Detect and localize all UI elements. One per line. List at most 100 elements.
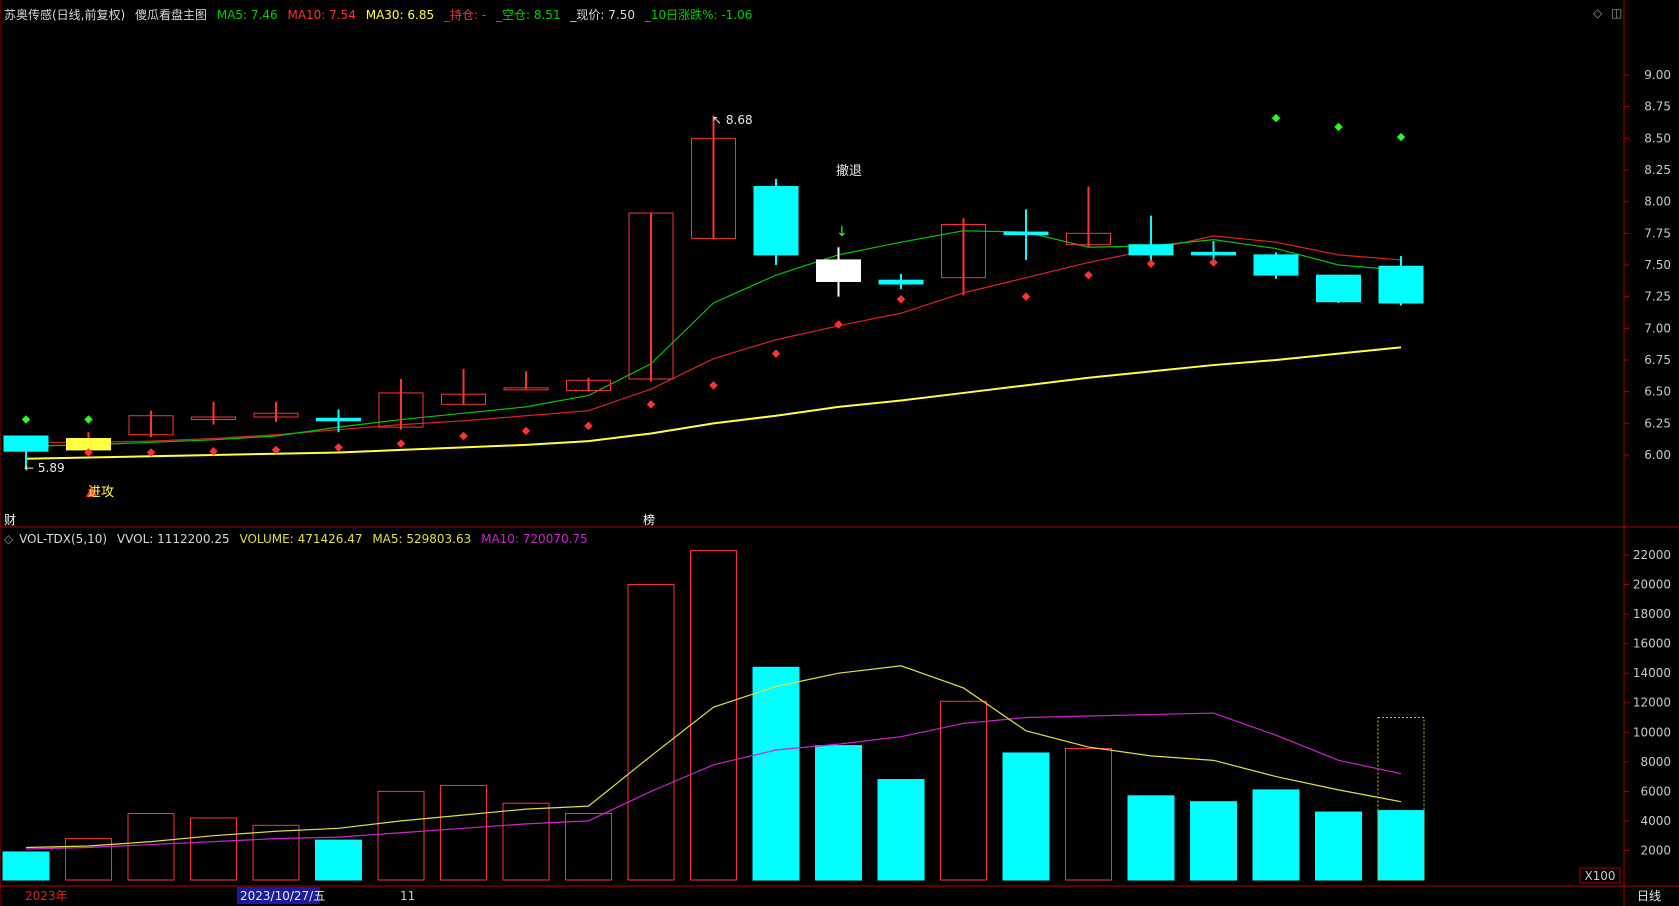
- support-dot: [709, 381, 718, 390]
- support-dot: [521, 426, 531, 436]
- price-tick-label: 8.00: [1644, 195, 1671, 209]
- dragon-tiger-list-marker: 榜: [643, 512, 655, 527]
- period-label: 日线: [1637, 889, 1661, 903]
- volume-bar: [190, 817, 237, 881]
- candle-body: [1253, 254, 1299, 276]
- price-tick-label: 7.25: [1644, 290, 1671, 304]
- finance-marker: 财: [4, 513, 16, 527]
- volume-bar: [315, 839, 362, 881]
- volume-bar: [752, 666, 800, 881]
- support-dot: [584, 421, 593, 431]
- volume-tick-label: 8000: [1640, 755, 1671, 769]
- candle-body: [3, 435, 49, 452]
- empty-readout: _空仓: 8.51: [496, 8, 561, 22]
- price-tick-label: 7.50: [1644, 258, 1671, 272]
- change-readout: _10日涨跌%: -1.06: [644, 8, 753, 22]
- x-label-date: 2023/10/27/五: [240, 889, 325, 903]
- volume-bar: [440, 784, 487, 881]
- high-price-label: ↖ 8.68: [712, 113, 753, 127]
- volume-tick-label: 4000: [1640, 814, 1671, 828]
- volume-bar: [690, 550, 737, 881]
- window-toggle-icon[interactable]: ◫: [1611, 6, 1622, 20]
- diamond-icon[interactable]: ◇: [1593, 6, 1602, 20]
- retreat-label: 撤退: [836, 163, 862, 179]
- volume-indicator-name[interactable]: VOL-TDX(5,10): [19, 532, 107, 546]
- volume-bars: [2, 550, 1425, 881]
- volume-bar: [1190, 801, 1237, 881]
- buy-signal-dot: [1271, 113, 1281, 123]
- stock-chart[interactable]: 9.00 8.75 8.50 8.25 8.00 7.75 7.50 7.25 7.00 6.75…: [0, 0, 1679, 906]
- support-dot: [1021, 292, 1031, 301]
- volume-tick-label: 16000: [1633, 637, 1671, 651]
- candle-body: [816, 259, 861, 282]
- price-tick-label: 6.25: [1644, 416, 1671, 430]
- price-tick-label: 6.00: [1644, 448, 1671, 462]
- support-dot: [1146, 259, 1156, 268]
- ma10-readout: MA10: 7.54: [287, 8, 356, 22]
- price-tick-label: 6.50: [1644, 385, 1671, 399]
- support-dot: [834, 320, 843, 329]
- volume-header: ◇ VOL-TDX(5,10) VVOL: 1112200.25 VOLUME:…: [4, 532, 594, 546]
- vvol-readout: VVOL: 1112200.25: [116, 532, 230, 546]
- volume-bar: [2, 851, 50, 881]
- indicator-name[interactable]: 傻瓜看盘主图: [135, 8, 207, 22]
- volume-tick-label: 10000: [1633, 725, 1671, 739]
- price-tick-label: 6.75: [1644, 353, 1671, 367]
- volume-bar: [127, 813, 175, 881]
- candle-body: [66, 438, 111, 451]
- volume-bar: [1127, 795, 1175, 881]
- support-dot: [896, 294, 906, 304]
- x-label-year: 2023年: [25, 889, 68, 903]
- candle-body: [753, 185, 799, 256]
- price-tick-label: 8.50: [1644, 131, 1671, 145]
- volume-bar: [565, 813, 612, 881]
- price-tick-label: 7.00: [1644, 321, 1671, 335]
- hold-readout: _持仓: -: [443, 8, 487, 22]
- support-dot: [334, 443, 343, 452]
- volume-bar: [1315, 811, 1362, 881]
- candle-body: [1378, 265, 1424, 304]
- volume-bar: [252, 824, 300, 881]
- candle-body: [1316, 274, 1361, 303]
- price-tick-label: 7.75: [1644, 226, 1671, 240]
- buy-signal-dot: [1396, 132, 1406, 142]
- volume-tick-label: 6000: [1640, 784, 1671, 798]
- support-dot: [396, 439, 406, 448]
- volume-tick-label: 22000: [1633, 548, 1671, 562]
- volume-bar: [502, 802, 550, 881]
- volume-tick-label: 18000: [1633, 607, 1671, 621]
- volume-bar: [1002, 752, 1050, 881]
- candlestick-series: [3, 115, 1424, 469]
- moving-average-lines: [25, 230, 1402, 460]
- x-label-month: 11: [400, 889, 415, 903]
- volume-readout: VOLUME: 471426.47: [239, 532, 363, 546]
- ma10-line: [26, 235, 1402, 443]
- candle-body: [1191, 251, 1236, 256]
- ma5-line: [25, 230, 1402, 447]
- price-tick-label: 8.25: [1644, 163, 1671, 177]
- attack-label: 进攻: [88, 485, 114, 500]
- support-dot: [459, 431, 468, 441]
- vol-ma10-readout: MA10: 720070.75: [481, 532, 588, 546]
- candle-body: [316, 417, 361, 422]
- vol-ma5-readout: MA5: 529803.63: [372, 532, 472, 546]
- support-dot: [1209, 258, 1218, 267]
- price-tick-label: 8.75: [1644, 100, 1671, 114]
- volume-bar: [1252, 789, 1300, 881]
- support-dot: [1084, 270, 1093, 280]
- ma30-line: [25, 346, 1402, 460]
- chart-annotations: ← 5.89↖ 8.68▲进攻↓撤退财榜: [4, 113, 862, 527]
- candle-body: [1128, 244, 1174, 256]
- stock-name[interactable]: 苏奥传感(日线,前复权): [4, 8, 125, 22]
- volume-bar: [627, 584, 675, 881]
- price-header: 苏奥传感(日线,前复权) 傻瓜看盘主图 MA5: 7.46 MA10: 7.54…: [4, 6, 758, 23]
- support-dot: [771, 349, 781, 358]
- price-tick-label: 9.00: [1644, 68, 1671, 82]
- volume-bar: [940, 700, 987, 881]
- price-readout: _现价: 7.50: [570, 8, 635, 22]
- volume-tick-label: 12000: [1633, 696, 1671, 710]
- volume-collapse-icon[interactable]: ◇: [4, 532, 13, 546]
- volume-bar: [1377, 810, 1425, 881]
- volume-bar: [1065, 748, 1112, 881]
- volume-unit-label: X100: [1584, 869, 1615, 883]
